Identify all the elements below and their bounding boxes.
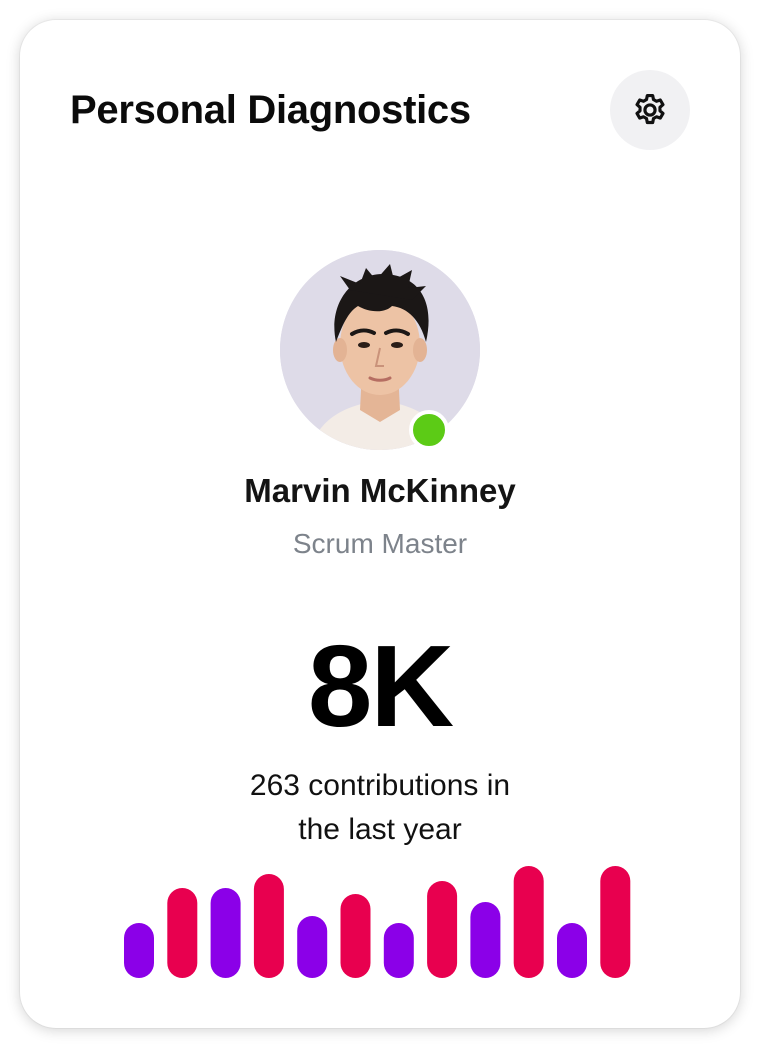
contribution-caption-line-1: 263 contributions in bbox=[249, 769, 511, 802]
card-title: Personal Diagnostics bbox=[70, 88, 471, 132]
activity-bar bbox=[210, 888, 241, 978]
activity-bar bbox=[427, 881, 458, 978]
activity-bar bbox=[124, 923, 154, 978]
activity-bar bbox=[340, 894, 371, 978]
activity-bar bbox=[167, 888, 198, 978]
activity-bar bbox=[513, 866, 544, 978]
avatar bbox=[280, 250, 480, 450]
online-status-indicator bbox=[409, 410, 449, 450]
activity-bar bbox=[253, 874, 284, 978]
activity-bar bbox=[383, 923, 414, 978]
gear-icon bbox=[635, 94, 665, 125]
profile-role: Scrum Master bbox=[292, 528, 468, 559]
diagnostics-card: Personal Diagnostics Marvin McKinney Scr… bbox=[20, 20, 740, 1028]
activity-bar bbox=[557, 923, 587, 978]
profile-name: Marvin McKinney bbox=[244, 472, 516, 509]
activity-bar bbox=[470, 902, 501, 978]
contribution-caption: 263 contributions in the last year bbox=[200, 764, 560, 852]
avatar-photo bbox=[280, 250, 480, 450]
activity-bar bbox=[600, 866, 631, 978]
activity-bar-chart bbox=[124, 866, 631, 978]
activity-bar bbox=[297, 916, 328, 978]
contribution-total: 8K bbox=[307, 621, 454, 751]
settings-button[interactable] bbox=[610, 70, 690, 150]
contribution-caption-line-2: the last year bbox=[298, 813, 462, 846]
